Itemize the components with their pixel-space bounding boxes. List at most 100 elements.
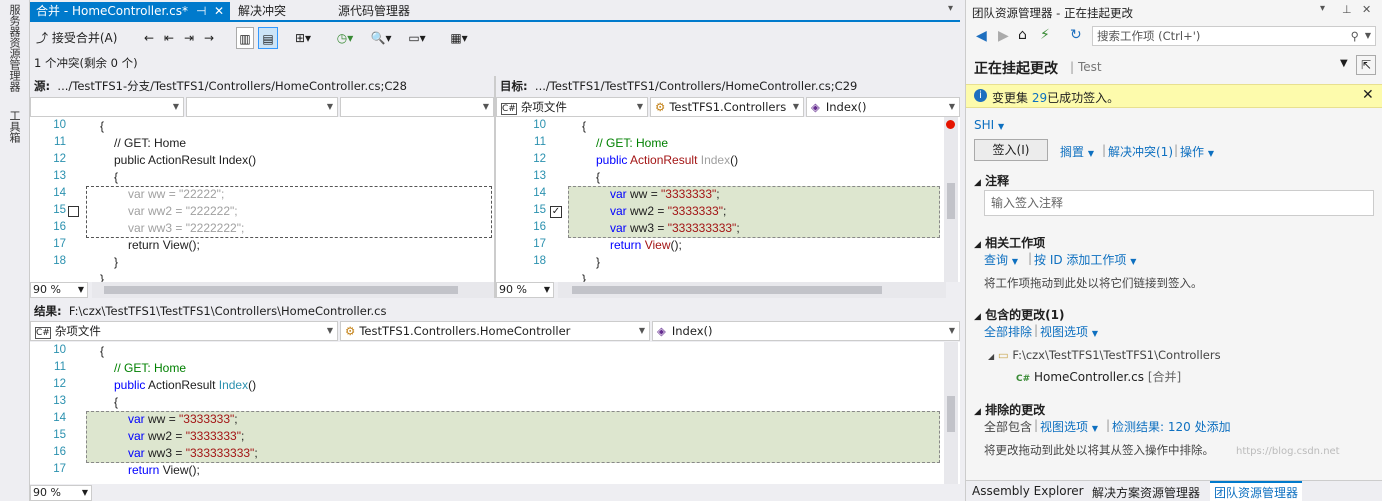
checkin-comment-input[interactable]: 输入签入注释 xyxy=(984,190,1374,216)
separator: | xyxy=(1034,323,1039,337)
tab-source-control[interactable]: 源代码管理器 xyxy=(332,2,416,22)
plug-icon[interactable]: ⚡ xyxy=(1040,27,1050,43)
vertical-layout-icon[interactable]: ▥ xyxy=(236,27,254,49)
comment-section-header[interactable]: ◢ 注释 xyxy=(974,172,1009,189)
tab-solution-explorer[interactable]: 解决方案资源管理器 xyxy=(1092,484,1200,501)
source-combo-project[interactable]: ▼ xyxy=(30,97,184,117)
line-number: 10 xyxy=(53,344,66,356)
result-combo-project[interactable]: C# 杂项文件 ▼ xyxy=(30,321,338,341)
source-editor[interactable]: 10 11 12 13 14 15 16 17 18 { // GET: Hom… xyxy=(30,117,494,282)
close-icon[interactable]: ✕ xyxy=(214,2,224,21)
compare-icon[interactable]: 🔍▾ xyxy=(366,27,396,49)
back-icon[interactable]: ◀ xyxy=(976,28,987,44)
history-icon[interactable]: ◷▾ xyxy=(330,27,360,49)
source-accept-checkbox[interactable] xyxy=(68,206,79,217)
source-combo-member[interactable]: ▼ xyxy=(340,97,494,117)
view-options-link[interactable]: 视图选项 ▼ xyxy=(1040,323,1098,340)
user-dropdown[interactable]: SHI ▼ xyxy=(974,118,1004,132)
excluded-changes-header[interactable]: ◢ 排除的更改 xyxy=(974,401,1045,418)
result-zoom[interactable]: 90 % ▼ xyxy=(30,485,92,501)
folder-tree-item[interactable]: ◢ ▭ F:\czx\TestTFS1\TestTFS1\Controllers xyxy=(988,348,1221,362)
expand-icon: ◢ xyxy=(988,352,995,361)
exclude-all-link[interactable]: 全部排除 xyxy=(984,323,1032,340)
shelve-link[interactable]: 搁置 ▼ xyxy=(1060,143,1094,160)
result-vscroll[interactable] xyxy=(944,342,958,484)
code-line: public ActionResult Index() xyxy=(114,153,257,167)
target-editor[interactable]: 10 11 12 13 14 15 16 17 18 ✓ { // GET: H… xyxy=(496,117,960,282)
target-combo-member[interactable]: ◈ Index() ▼ xyxy=(806,97,960,117)
tab-team-explorer[interactable]: 团队资源管理器 xyxy=(1210,481,1303,501)
vertical-splitter[interactable] xyxy=(494,76,496,298)
code-line: } xyxy=(100,272,105,282)
last-change-icon[interactable]: ⇥ xyxy=(180,27,198,49)
tab-merge-homecontroller[interactable]: 合并 - HomeController.cs* ⊣ ✕ xyxy=(30,2,230,22)
target-vscroll[interactable] xyxy=(944,117,958,282)
tab-assembly-explorer[interactable]: Assembly Explorer xyxy=(972,484,1084,498)
scroll-thumb[interactable] xyxy=(104,286,458,294)
tab-resolve-conflicts[interactable]: 解决冲突 xyxy=(232,2,292,22)
error-marker-icon[interactable] xyxy=(946,120,955,129)
search-icon[interactable]: ⚲ xyxy=(1351,27,1359,45)
merge-icon: ⤴ xyxy=(36,31,49,45)
home-icon[interactable]: ⌂ xyxy=(1018,27,1027,43)
detected-changes-link[interactable]: 检测结果: 120 处添加 xyxy=(1112,418,1231,435)
view-options-link[interactable]: 视图选项 ▼ xyxy=(1040,418,1098,435)
checkin-button[interactable]: 签入(I) xyxy=(974,139,1048,161)
options-icon[interactable]: ▦▾ xyxy=(444,27,474,49)
open-in-new-icon[interactable]: ⇱ xyxy=(1356,55,1376,75)
left-sidebar: 服务器资源管理器 工具箱 xyxy=(0,0,30,501)
resolve-conflicts-link[interactable]: 解决冲突(1) xyxy=(1108,143,1173,160)
collapse-icon: ◢ xyxy=(974,407,981,417)
scroll-thumb[interactable] xyxy=(947,396,955,432)
line-number: 13 xyxy=(53,395,66,407)
search-input[interactable]: 搜索工作项 (Ctrl+') ⚲ ▼ xyxy=(1092,26,1376,46)
close-icon[interactable]: ✕ xyxy=(1362,87,1374,103)
include-all-link[interactable]: 全部包含 xyxy=(984,418,1032,435)
class-icon: ⚙ xyxy=(655,100,666,114)
target-accept-checkbox[interactable]: ✓ xyxy=(550,206,562,218)
merge-toolbar: ⤴ 接受合并(A) ← ⇤ ⇥ → ▥ ▤ ⊞▾ ◷▾ 🔍▾ ▭▾ ▦▾ xyxy=(30,24,960,52)
source-hscroll[interactable] xyxy=(92,282,494,298)
scroll-thumb[interactable] xyxy=(947,183,955,219)
panel-dropdown-icon[interactable]: ▾ xyxy=(1320,3,1325,14)
actions-link[interactable]: 操作 ▼ xyxy=(1180,143,1214,160)
layout-options-icon[interactable]: ⊞▾ xyxy=(288,27,318,49)
horizontal-layout-icon[interactable]: ▤ xyxy=(258,27,278,49)
target-zoom[interactable]: 90 % ▼ xyxy=(496,282,554,298)
pin-icon[interactable]: ⊣ xyxy=(196,2,206,21)
accept-merge-button[interactable]: ⤴ 接受合并(A) xyxy=(36,27,126,49)
refresh-icon[interactable]: ↻ xyxy=(1070,27,1082,43)
included-changes-header[interactable]: ◢ 包含的更改(1) xyxy=(974,306,1064,323)
prev-change-icon[interactable]: ← xyxy=(140,27,158,49)
source-combo-type[interactable]: ▼ xyxy=(186,97,338,117)
next-change-icon[interactable]: → xyxy=(200,27,218,49)
add-by-id-link[interactable]: 按 ID 添加工作项 ▼ xyxy=(1034,251,1136,268)
result-combo-type[interactable]: ⚙ TestTFS1.Controllers.HomeController ▼ xyxy=(340,321,650,341)
related-hint: 将工作项拖动到此处以将它们链接到签入。 xyxy=(984,276,1203,290)
changeset-link[interactable]: 29 xyxy=(1032,91,1047,105)
tab-dropdown-icon[interactable]: ▾ xyxy=(948,3,953,14)
query-link[interactable]: 查询 ▼ xyxy=(984,251,1018,268)
source-zoom[interactable]: 90 % ▼ xyxy=(30,282,88,298)
code-line: { xyxy=(114,170,119,184)
toolbox-tab[interactable]: 工具箱 xyxy=(6,110,22,143)
scroll-thumb[interactable] xyxy=(572,286,882,294)
target-combo-project[interactable]: C# 杂项文件 ▼ xyxy=(496,97,648,117)
related-workitems-header[interactable]: ◢ 相关工作项 xyxy=(974,234,1045,251)
first-change-icon[interactable]: ⇤ xyxy=(160,27,178,49)
page-dropdown-icon[interactable]: ▼ xyxy=(1340,58,1348,69)
target-hscroll[interactable] xyxy=(558,282,946,298)
code-line: // GET: Home xyxy=(114,361,187,375)
file-tree-item[interactable]: C# HomeController.cs [合并] xyxy=(1016,368,1181,385)
server-explorer-tab[interactable]: 服务器资源管理器 xyxy=(6,4,22,92)
result-editor[interactable]: 10 11 12 13 14 15 16 17 { // GET: Home p… xyxy=(30,342,960,484)
pin-icon[interactable]: ⊥ xyxy=(1342,3,1352,16)
comment-icon[interactable]: ▭▾ xyxy=(402,27,432,49)
target-combo-type[interactable]: ⚙ TestTFS1.Controllers ▼ xyxy=(650,97,804,117)
watermark: https://blog.csdn.net xyxy=(1236,446,1340,457)
forward-icon[interactable]: ▶ xyxy=(998,28,1009,44)
close-icon[interactable]: ✕ xyxy=(1362,3,1371,16)
chevron-down-icon: ▼ xyxy=(77,285,84,294)
result-combo-member[interactable]: ◈ Index() ▼ xyxy=(652,321,960,341)
chevron-down-icon[interactable]: ▼ xyxy=(1365,27,1371,45)
